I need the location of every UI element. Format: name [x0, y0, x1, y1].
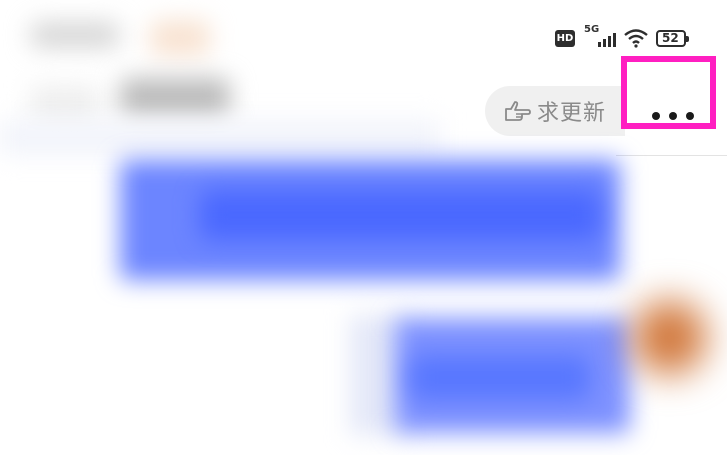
notification-icon: [150, 20, 210, 56]
status-time: [30, 22, 120, 48]
wifi-icon: [624, 29, 648, 48]
status-bar: HD 5G 52: [0, 0, 727, 80]
avatar[interactable]: [632, 300, 707, 375]
hd-badge: HD: [555, 30, 575, 47]
battery-icon: 52: [656, 30, 689, 47]
request-update-button[interactable]: 求更新: [485, 86, 625, 136]
request-update-label: 求更新: [537, 101, 607, 126]
message-bubble-highlight: [410, 355, 590, 400]
signal-icon: [598, 33, 616, 47]
page-title: [120, 78, 230, 118]
more-button[interactable]: [621, 56, 716, 129]
hand-pointing-icon: [505, 101, 531, 121]
page-subtitle: [0, 120, 440, 155]
back-button[interactable]: [30, 85, 100, 125]
battery-level: 52: [662, 31, 679, 45]
content-banner-highlight: [200, 190, 600, 240]
header-divider: [616, 155, 727, 156]
